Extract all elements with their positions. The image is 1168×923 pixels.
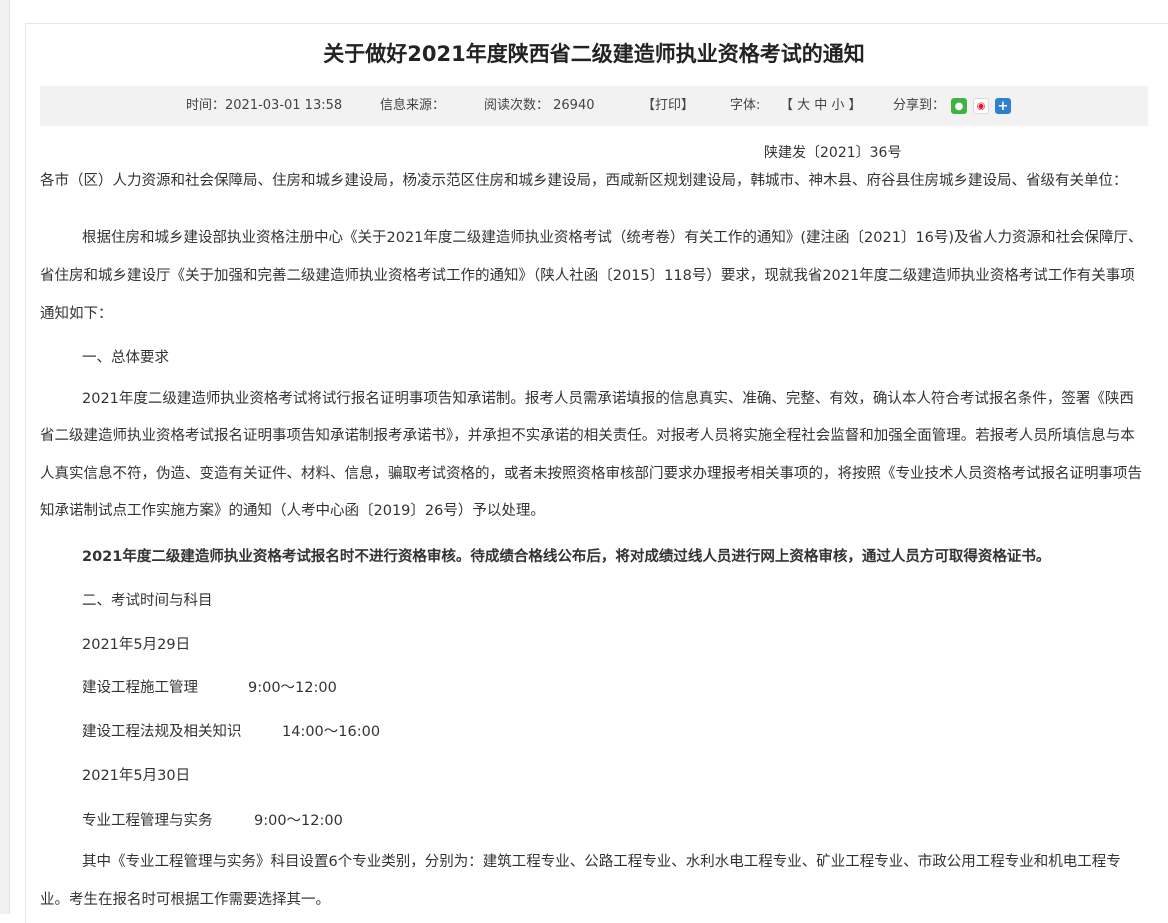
intro-paragraph: 根据住房和城乡建设部执业资格注册中心《关于2021年度二级建造师执业资格考试（统…	[40, 230, 1143, 322]
schedule-row-3: 专业工程管理与实务 9:00～12:00	[82, 810, 343, 832]
section1-paragraph: 2021年度二级建造师执业资格考试将试行报名证明事项告知承诺制。报考人员需承诺填…	[40, 391, 1142, 519]
schedule-subject: 专业工程管理与实务	[82, 813, 213, 829]
schedule-time: 9:00～12:00	[248, 680, 337, 696]
weibo-icon[interactable]: ◉	[973, 98, 989, 114]
section2-heading: 二、考试时间与科目	[82, 593, 213, 609]
section2-paragraph: 其中《专业工程管理与实务》科目设置6个专业类别，分别为：建筑工程专业、公路工程专…	[40, 854, 1121, 908]
section1-heading: 一、总体要求	[82, 350, 169, 366]
schedule-time: 14:00～16:00	[282, 724, 381, 740]
share-label: 分享到：	[893, 98, 946, 113]
font-size-selector[interactable]: 【 大 中 小 】	[780, 86, 862, 126]
schedule-row-2: 建设工程法规及相关知识 14:00～16:00	[82, 721, 380, 743]
publish-time: 时间：2021-03-01 13:58	[186, 98, 343, 113]
more-share-icon[interactable]: +	[995, 98, 1011, 114]
print-link[interactable]: 【打印】	[642, 86, 694, 126]
schedule-date-2: 2021年5月30日	[82, 768, 191, 784]
info-source: 信息来源：	[380, 98, 446, 113]
font-size-label: 字体:	[730, 98, 761, 113]
schedule-row-1: 建设工程施工管理 9:00～12:00	[82, 677, 337, 699]
read-count: 阅读次数： 26940	[484, 98, 595, 113]
schedule-subject: 建设工程施工管理	[82, 680, 198, 696]
schedule-subject: 建设工程法规及相关知识	[82, 724, 242, 740]
left-edge-strip	[0, 0, 10, 914]
addressee: 各市（区）人力资源和社会保障局、住房和城乡建设局，杨凌示范区住房和城乡建设局，西…	[40, 173, 1128, 189]
wechat-icon[interactable]: ●	[951, 98, 967, 114]
article-title: 关于做好2021年度陕西省二级建造师执业资格考试的通知	[323, 42, 865, 66]
section1-bold-notice: 2021年度二级建造师执业资格考试报名时不进行资格审核。待成绩合格线公布后，将对…	[82, 549, 1051, 565]
schedule-date-1: 2021年5月29日	[82, 637, 191, 653]
schedule-time: 9:00～12:00	[254, 813, 343, 829]
article-meta-bar: 时间：2021-03-01 13:58 信息来源： 阅读次数： 26940 【打…	[40, 86, 1148, 126]
document-number: 陕建发〔2021〕36号	[764, 145, 902, 161]
